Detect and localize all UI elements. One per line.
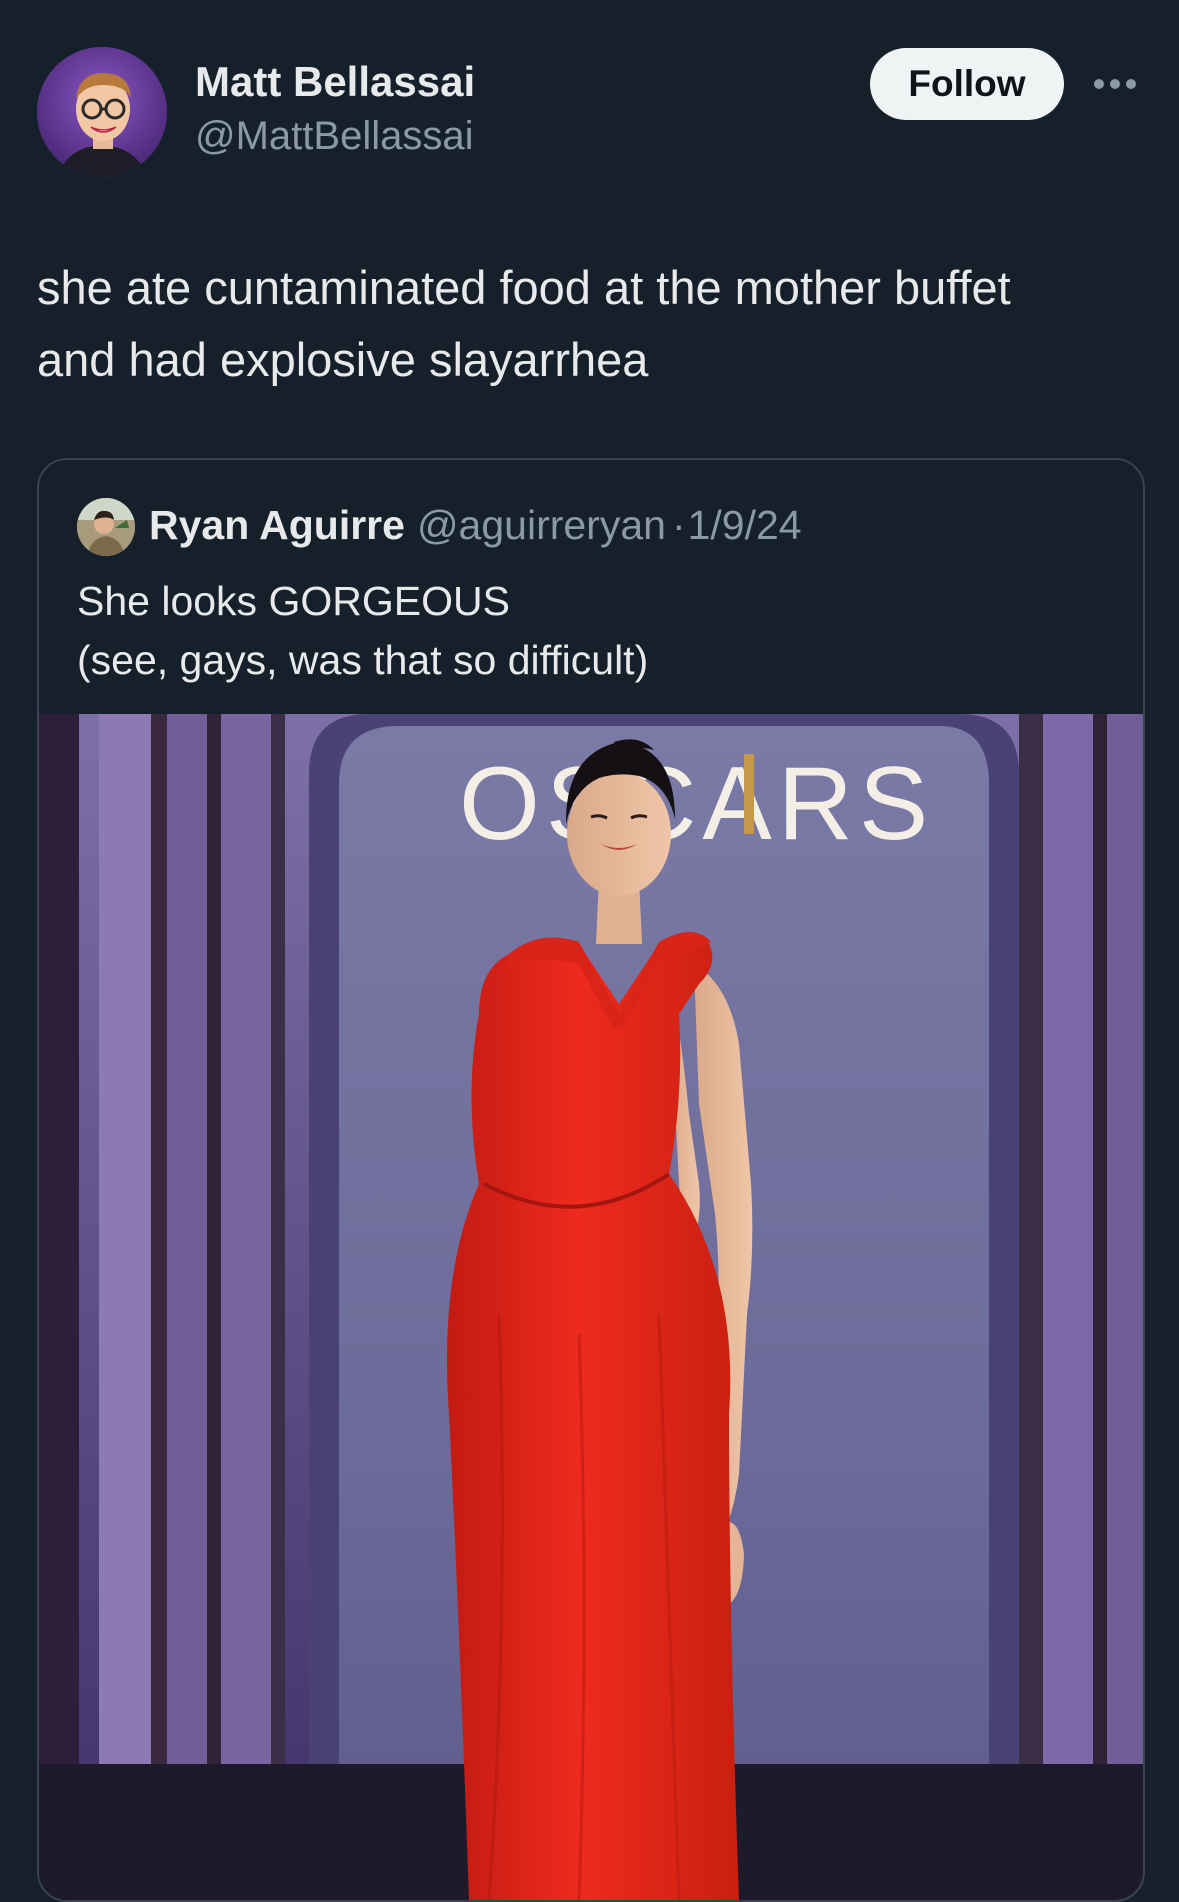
quoted-avatar-image [77, 498, 135, 556]
quoted-text: She looks GORGEOUS (see, gays, was that … [77, 572, 1117, 690]
author-name[interactable]: Matt Bellassai [195, 58, 475, 106]
oscars-logo: OSCARS [459, 746, 934, 862]
quoted-header: Ryan Aguirre @aguirreryan ·1/9/24 [149, 502, 802, 549]
author-handle[interactable]: @MattBellassai [195, 114, 473, 159]
quoted-text-line: She looks GORGEOUS [77, 578, 510, 624]
tweet-header: Matt Bellassai @MattBellassai Follow [0, 0, 1179, 200]
quoted-photo[interactable]: OSCARS [39, 714, 1143, 1900]
author-avatar-image [37, 47, 167, 177]
meta-separator: · [671, 502, 686, 548]
quoted-text-line: (see, gays, was that so difficult) [77, 637, 649, 683]
quoted-author-avatar[interactable] [77, 498, 135, 556]
more-dots-icon[interactable] [1090, 62, 1140, 106]
author-avatar[interactable] [37, 47, 167, 177]
red-carpet-photo: OSCARS [39, 714, 1143, 1900]
tweet-text: she ate cuntaminated food at the mother … [37, 252, 1147, 396]
backdrop-text: OSCARS [459, 746, 934, 862]
follow-button[interactable]: Follow [870, 48, 1064, 120]
tweet-text-line: and had explosive slayarrhea [37, 333, 649, 386]
quoted-author-name[interactable]: Ryan Aguirre [149, 502, 405, 548]
tweet-text-line: she ate cuntaminated food at the mother … [37, 261, 1011, 314]
quoted-tweet[interactable]: Ryan Aguirre @aguirreryan ·1/9/24 She look… [37, 458, 1145, 1902]
quoted-date[interactable]: 1/9/24 [688, 502, 802, 548]
quoted-author-handle[interactable]: @aguirreryan [417, 502, 666, 548]
